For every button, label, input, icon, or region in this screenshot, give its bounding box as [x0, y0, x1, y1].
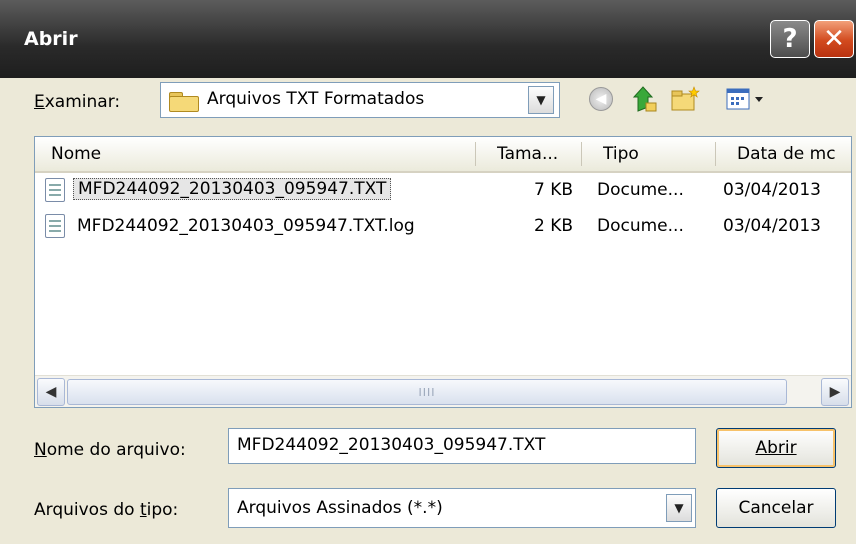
- chevron-down-icon: ▼: [674, 501, 684, 515]
- file-type: Docume...: [597, 216, 684, 236]
- file-date: 03/04/2013: [723, 180, 821, 200]
- title-bar[interactable]: Abrir ? ✕: [0, 0, 856, 78]
- document-icon: [45, 178, 65, 202]
- file-size: 7 KB: [533, 180, 573, 200]
- filename-value: MFD244092_20130403_095947.TXT: [237, 435, 546, 455]
- close-icon: ✕: [823, 24, 845, 54]
- file-row[interactable]: MFD244092_20130403_095947.TXT 7 KB Docum…: [35, 175, 851, 207]
- open-button-label: Abrir: [755, 438, 797, 458]
- column-separator: [715, 142, 716, 166]
- back-button[interactable]: ◀: [586, 84, 616, 114]
- file-date: 03/04/2013: [723, 216, 821, 236]
- new-folder-button[interactable]: [670, 84, 700, 114]
- filetype-label-a: Arquivos do: [34, 500, 140, 520]
- scroll-left-button[interactable]: ◀: [37, 378, 65, 406]
- open-dialog: Abrir ? ✕ Examinar: Arquivos TXT Formata…: [0, 0, 856, 544]
- lookin-value: Arquivos TXT Formatados: [207, 89, 425, 109]
- filetype-combo[interactable]: Arquivos Assinados (*.*): [228, 488, 696, 528]
- column-separator: [581, 142, 582, 166]
- document-icon: [45, 214, 65, 238]
- file-type: Docume...: [597, 180, 684, 200]
- lookin-combo[interactable]: Arquivos TXT Formatados: [160, 82, 560, 118]
- new-folder-icon: [671, 86, 700, 111]
- folder-icon: [169, 90, 199, 112]
- lookin-dropdown-button[interactable]: ▼: [528, 86, 554, 114]
- window-title: Abrir: [24, 28, 78, 50]
- horizontal-scrollbar[interactable]: ◀ IIII ▶: [35, 375, 851, 407]
- column-header-type[interactable]: Tipo: [603, 137, 703, 171]
- views-button[interactable]: [722, 84, 772, 114]
- views-icon: [726, 88, 763, 110]
- cancel-button-label: Cancelar: [738, 498, 814, 518]
- cancel-button[interactable]: Cancelar: [716, 488, 836, 528]
- close-button[interactable]: ✕: [814, 20, 854, 58]
- filetype-label-b: ipo:: [146, 500, 179, 520]
- help-icon: ?: [782, 24, 798, 54]
- open-button[interactable]: Abrir: [716, 428, 836, 468]
- column-header-name[interactable]: Nome: [51, 137, 481, 171]
- help-button[interactable]: ?: [770, 20, 810, 58]
- file-list[interactable]: Nome Tama... Tipo Data de mc MFD244092_2…: [34, 136, 852, 408]
- file-size: 2 KB: [533, 216, 573, 236]
- scroll-thumb[interactable]: IIII: [67, 379, 787, 405]
- up-folder-button[interactable]: [630, 84, 660, 114]
- list-header: Nome Tama... Tipo Data de mc: [35, 137, 851, 173]
- file-row[interactable]: MFD244092_20130403_095947.TXT.log 2 KB D…: [35, 211, 851, 243]
- filename-input[interactable]: MFD244092_20130403_095947.TXT: [228, 428, 696, 464]
- scroll-grip: IIII: [418, 385, 436, 399]
- lookin-label-text: xaminar:: [44, 92, 121, 112]
- filetype-label: Arquivos do tipo:: [34, 500, 179, 520]
- file-name[interactable]: MFD244092_20130403_095947.TXT.log: [77, 216, 415, 236]
- filename-label-text: ome do arquivo:: [46, 440, 186, 460]
- up-folder-icon: [632, 86, 657, 112]
- column-header-date[interactable]: Data de mc: [737, 137, 849, 171]
- chevron-down-icon: ▼: [536, 93, 546, 107]
- back-icon: ◀: [589, 87, 613, 111]
- column-separator: [475, 142, 476, 166]
- chevron-right-icon: ▶: [829, 384, 841, 400]
- file-name[interactable]: MFD244092_20130403_095947.TXT: [73, 178, 392, 200]
- chevron-left-icon: ◀: [45, 384, 57, 400]
- filename-label: Nome do arquivo:: [34, 440, 186, 460]
- filetype-value: Arquivos Assinados (*.*): [237, 498, 443, 518]
- lookin-label: Examinar:: [34, 92, 121, 112]
- scroll-right-button[interactable]: ▶: [821, 378, 849, 406]
- column-header-size[interactable]: Tama...: [497, 137, 577, 171]
- filetype-dropdown-button[interactable]: ▼: [666, 494, 692, 522]
